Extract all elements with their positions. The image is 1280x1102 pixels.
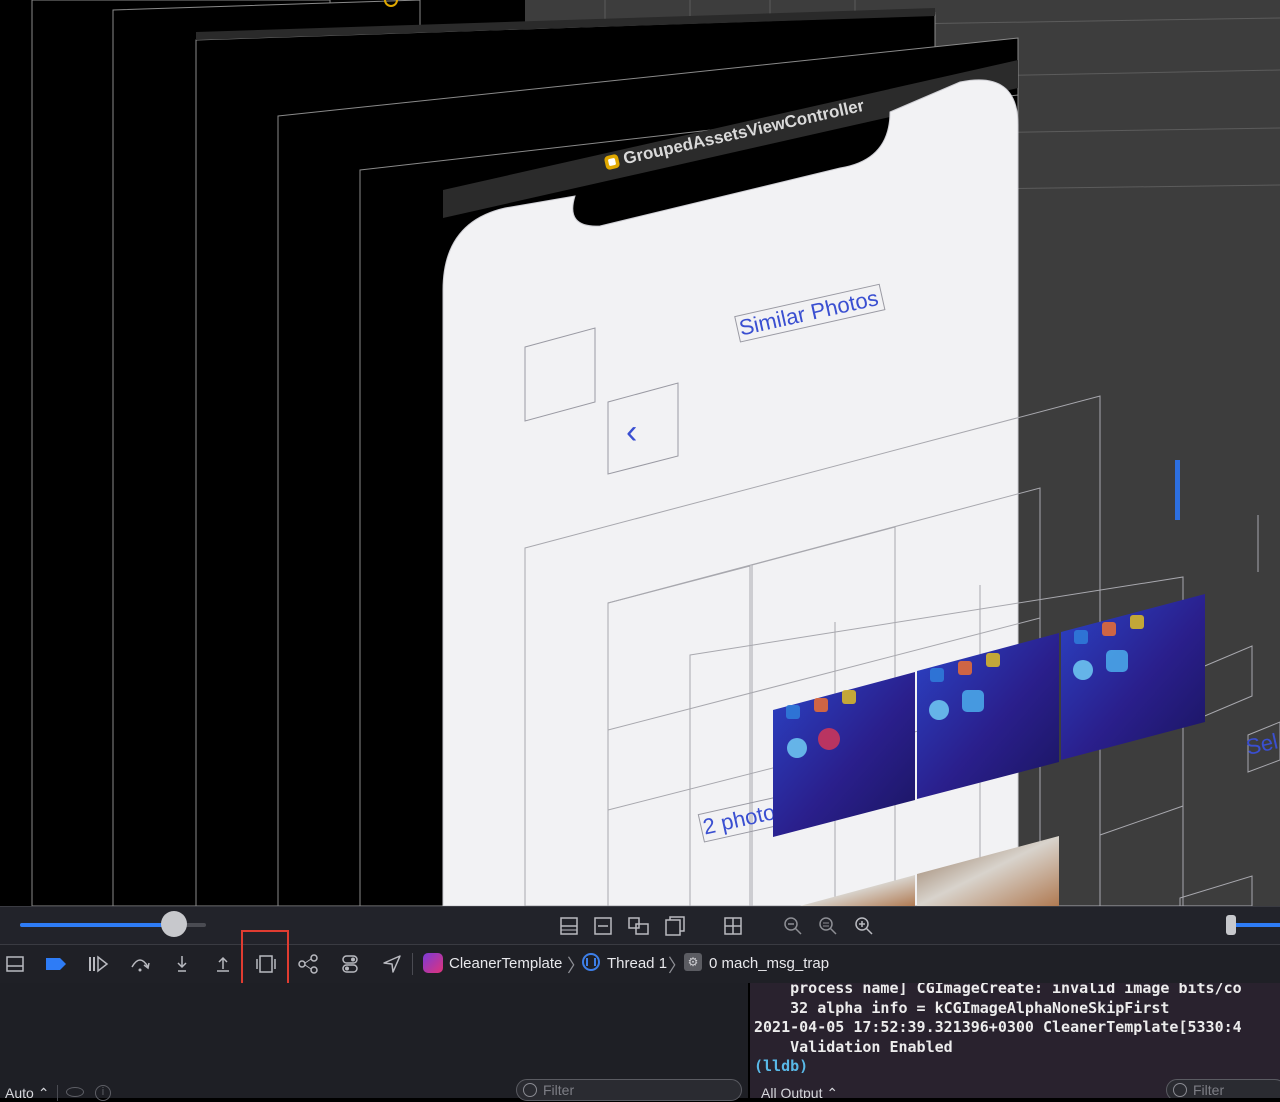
memory-graph-icon[interactable] — [295, 951, 321, 977]
environment-overrides-icon[interactable] — [337, 951, 363, 977]
breadcrumb-frame[interactable]: 0 mach_msg_trap — [709, 955, 829, 972]
stack-layout-icon[interactable] — [556, 913, 582, 939]
filter-icon — [523, 1083, 537, 1097]
zoom-in-icon[interactable] — [851, 913, 877, 939]
show-constraints-icon[interactable] — [662, 913, 688, 939]
range-slider-handle[interactable] — [1226, 915, 1236, 935]
eye-icon[interactable] — [66, 1087, 84, 1097]
canvas-controls-bar — [0, 906, 1280, 945]
divider — [57, 1085, 58, 1101]
view-hierarchy-3d: GroupedAssetsViewController Similar Phot… — [31, 0, 1280, 906]
breakpoints-icon[interactable] — [43, 951, 69, 977]
toolbar-divider — [412, 953, 413, 975]
filter-placeholder: Filter — [543, 1082, 575, 1098]
console-output[interactable]: process name] CGImageCreate: invalid ima… — [754, 983, 1242, 1077]
output-selector[interactable]: All Output ⌃ — [761, 1085, 838, 1098]
fit-width-icon[interactable] — [590, 913, 616, 939]
lldb-prompt[interactable]: (lldb) — [754, 1057, 808, 1075]
slider-knob[interactable] — [161, 911, 188, 937]
breadcrumb-app[interactable]: CleanerTemplate — [449, 955, 562, 972]
console-line: Validation Enabled — [754, 1037, 953, 1056]
step-over-icon[interactable] — [127, 951, 153, 977]
back-chevron-icon[interactable]: ‹ — [626, 413, 637, 451]
step-out-icon[interactable] — [210, 951, 236, 977]
selected-constraint — [1175, 460, 1180, 520]
console-view[interactable]: process name] CGImageCreate: invalid ima… — [750, 983, 1280, 1098]
zoom-out-icon[interactable] — [780, 913, 806, 939]
view-hierarchy-canvas[interactable]: GroupedAssetsViewController Similar Phot… — [0, 0, 1280, 906]
console-line: 32 alpha info = kCGImageAlphaNoneSkipFir… — [754, 998, 1170, 1017]
console-line: process name] CGImageCreate: invalid ima… — [754, 983, 1242, 997]
info-icon[interactable]: i — [95, 1085, 111, 1101]
grid-icon[interactable] — [720, 913, 746, 939]
hide-debug-area-icon[interactable] — [2, 951, 28, 977]
debug-bar: CleanerTemplate 〉 Thread 1 〉 ⚙ 0 mach_ms… — [0, 944, 1280, 984]
console-line: 2021-04-05 17:52:39.321396+0300 CleanerT… — [754, 1018, 1242, 1037]
simulate-location-icon[interactable] — [379, 951, 405, 977]
continue-icon[interactable] — [85, 951, 111, 977]
frame-gear-icon: ⚙ — [684, 953, 702, 971]
zoom-reset-icon[interactable] — [815, 913, 841, 939]
show-clipped-icon[interactable] — [626, 913, 652, 939]
app-icon — [423, 953, 443, 973]
layer-spacing-slider[interactable] — [20, 911, 206, 937]
step-into-icon[interactable] — [169, 951, 195, 977]
slider-fill — [20, 923, 175, 927]
filter-icon — [1173, 1083, 1187, 1097]
thread-icon — [582, 953, 600, 971]
console-filter-field[interactable]: Filter — [1166, 1079, 1280, 1098]
range-slider[interactable] — [1226, 915, 1280, 935]
breadcrumb-thread[interactable]: Thread 1 — [607, 955, 667, 972]
variables-view[interactable]: Auto ⌃ i Filter — [0, 983, 748, 1101]
scope-selector[interactable]: Auto ⌃ — [5, 1085, 49, 1102]
filter-placeholder: Filter — [1193, 1082, 1225, 1098]
